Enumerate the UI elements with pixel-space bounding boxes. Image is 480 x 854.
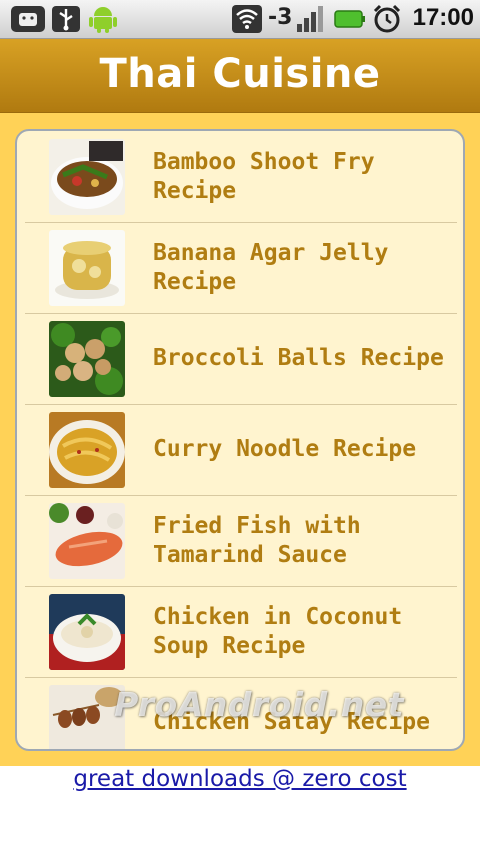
android-debug-icon [11, 6, 45, 32]
recipe-thumbnail [49, 594, 125, 670]
recipe-label: Bamboo Shoot Fry Recipe [153, 148, 375, 204]
alarm-icon [373, 4, 401, 33]
list-item[interactable]: Bamboo Shoot Fry Recipe [25, 131, 457, 223]
status-clock: 17:00 [412, 4, 474, 31]
list-item[interactable]: Fried Fish with Tamarind Sauce [25, 495, 457, 587]
recipe-label: Fried Fish with Tamarind Sauce [153, 512, 361, 568]
wifi-icon [232, 5, 262, 33]
page-title: Thai Cuisine [99, 51, 381, 97]
list-item[interactable]: Curry Noodle Recipe [25, 404, 457, 496]
android-icon [89, 7, 117, 33]
usb-icon [52, 6, 80, 32]
recipe-label: Chicken in Coconut Soup Recipe [153, 603, 403, 659]
footer: great downloads @ zero cost [0, 766, 480, 854]
recipe-thumbnail [49, 230, 125, 306]
title-bar: Thai Cuisine [0, 39, 480, 114]
recipe-label: Banana Agar Jelly Recipe [153, 239, 389, 295]
recipe-thumbnail [49, 412, 125, 488]
list-item[interactable]: Chicken in Coconut Soup Recipe [25, 586, 457, 678]
list-item[interactable]: Broccoli Balls Recipe [25, 313, 457, 405]
recipe-thumbnail [49, 139, 125, 215]
watermark: ProAndroid.net [114, 685, 404, 724]
recipe-thumbnail [49, 503, 125, 579]
recipe-thumbnail [49, 321, 125, 397]
recipe-label: Curry Noodle Recipe [153, 436, 417, 462]
signal-icon [297, 6, 323, 32]
battery-icon [334, 10, 365, 28]
list-item[interactable]: Banana Agar Jelly Recipe [25, 222, 457, 314]
content-area: Bamboo Shoot Fry Recipe Banana Agar Jell… [0, 113, 480, 766]
recipe-list[interactable]: Bamboo Shoot Fry Recipe Banana Agar Jell… [15, 129, 465, 751]
status-bar: -3 17:00 [0, 0, 480, 39]
recipe-label: Broccoli Balls Recipe [153, 345, 444, 371]
ad-link[interactable]: great downloads @ zero cost [0, 766, 480, 792]
signal-strength-label: -3 [268, 5, 293, 30]
